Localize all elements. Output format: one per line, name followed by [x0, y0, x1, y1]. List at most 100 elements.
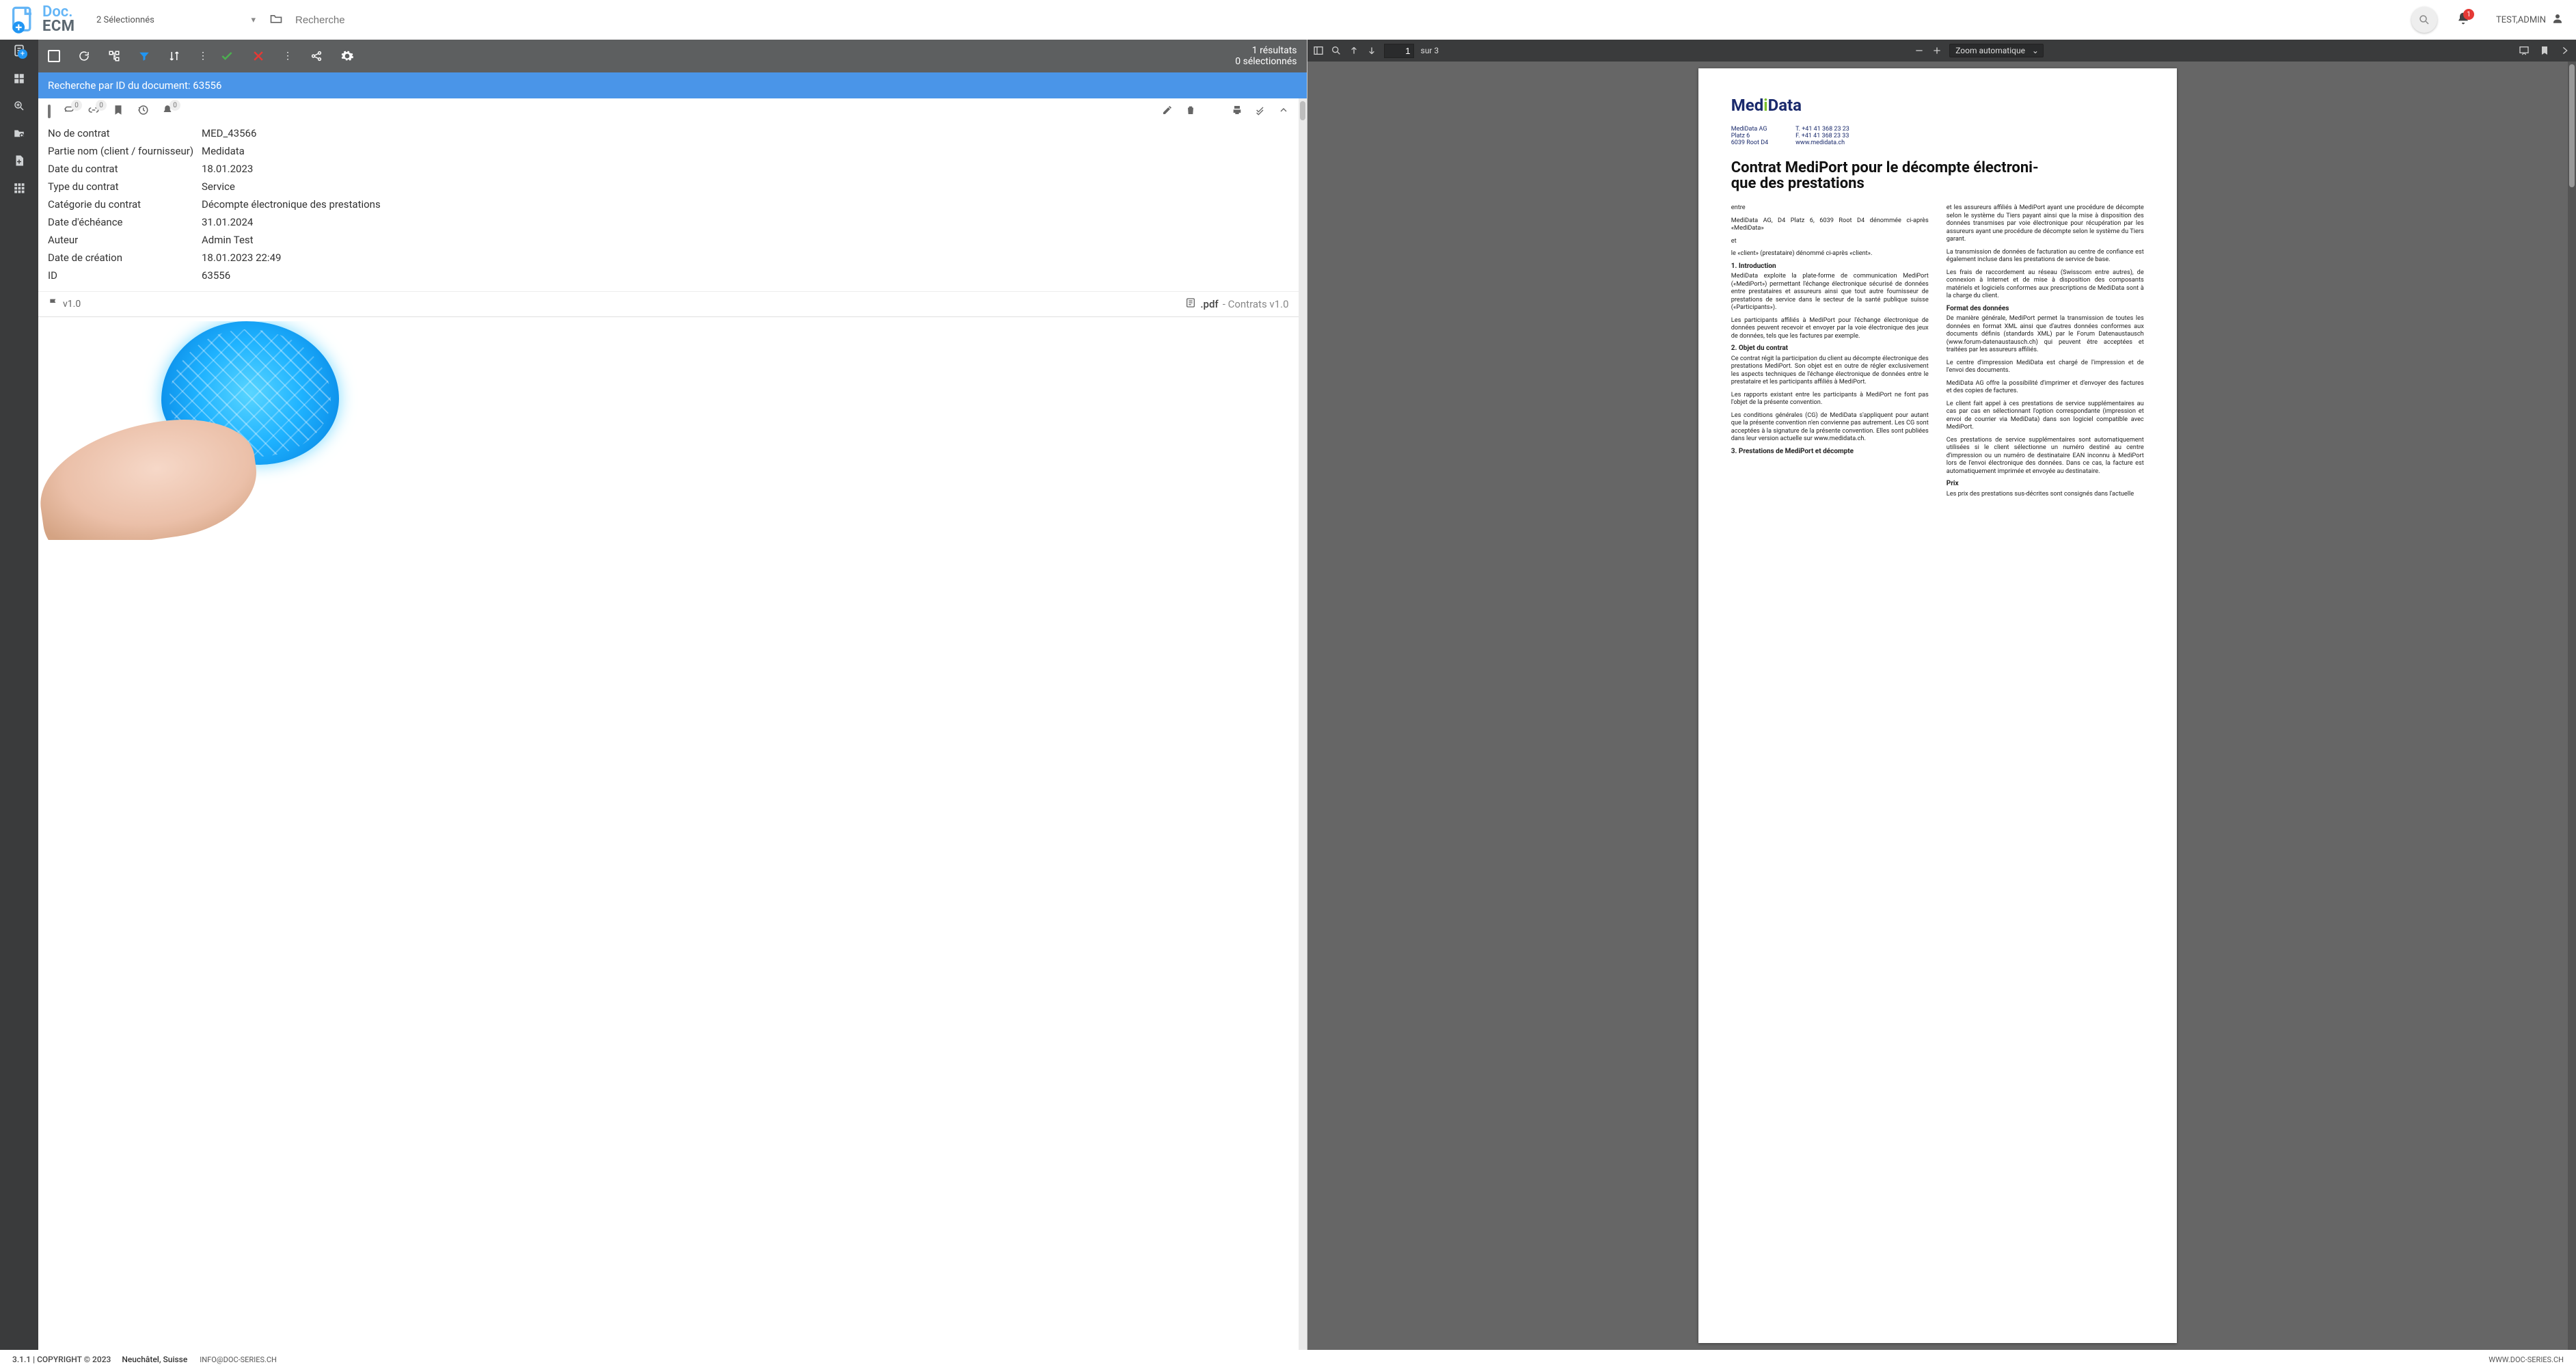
- print-button[interactable]: [1232, 105, 1243, 118]
- toggle-sidebar-button[interactable]: [1313, 45, 1324, 56]
- results-pane: ⋮ ⋮ 1 résultats 0 sélectionnés Recherche…: [38, 40, 1307, 1350]
- attachments-badge: 0: [71, 100, 82, 111]
- top-bar: Doc.ECM 2 Sélectionnés ▾ 1 TEST,ADMIN: [0, 0, 2576, 40]
- metadata-row: Date du contrat18.01.2023: [48, 160, 1289, 178]
- folder-icon[interactable]: [269, 12, 283, 28]
- metadata-key: Date de création: [48, 252, 202, 264]
- metadata-key: Date d'échéance: [48, 216, 202, 228]
- bulk-check-button[interactable]: [1255, 105, 1266, 118]
- alerts-button[interactable]: 0: [161, 104, 174, 119]
- metadata-key: Type du contrat: [48, 180, 202, 193]
- metadata-key: Catégorie du contrat: [48, 198, 202, 211]
- notifications-badge: 1: [2463, 9, 2474, 20]
- page-number-input[interactable]: [1384, 44, 1414, 58]
- bookmark-button[interactable]: [112, 104, 124, 119]
- card-footer: v1.0 .pdf - Contrats v1.0: [38, 291, 1299, 316]
- metadata-value: Admin Test: [202, 234, 254, 246]
- sort-button[interactable]: [168, 50, 180, 62]
- document-viewer-pane: sur 3 Zoom automatique⌄ Medi: [1307, 40, 2576, 1350]
- viewer-toolbar: sur 3 Zoom automatique⌄: [1307, 40, 2576, 62]
- download-button[interactable]: [1208, 105, 1219, 118]
- pdf-page-1: MediData MediData AGPlatz 66039 Root D4 …: [1698, 68, 2177, 1343]
- doc-left-column: entreMediData AG, D4 Platz 6, 6039 Root …: [1731, 204, 1929, 502]
- zoom-select-label: Zoom automatique: [1955, 46, 2025, 55]
- results-toolbar: ⋮ ⋮ 1 résultats 0 sélectionnés: [38, 40, 1307, 72]
- notifications-button[interactable]: 1: [2456, 12, 2470, 28]
- version-label: v1.0: [63, 299, 81, 310]
- viewer-search-button[interactable]: [1331, 45, 1342, 56]
- search-button[interactable]: [2411, 7, 2437, 33]
- metadata-row: Date d'échéance31.01.2024: [48, 213, 1289, 231]
- result-counts: 1 résultats 0 sélectionnés: [1235, 45, 1297, 67]
- history-button[interactable]: [137, 104, 149, 119]
- rail-advanced-search[interactable]: [13, 100, 25, 112]
- filter-button[interactable]: [138, 50, 150, 62]
- edit-button[interactable]: [1162, 105, 1173, 118]
- zoom-in-button[interactable]: [1931, 45, 1942, 56]
- rail-add-document[interactable]: [12, 44, 26, 57]
- footer-email[interactable]: INFO@DOC-SERIES.CH: [200, 1355, 277, 1364]
- metadata-row: Date de création18.01.2023 22:49: [48, 249, 1289, 267]
- metadata-row: Partie nom (client / fournisseur)Medidat…: [48, 142, 1289, 160]
- metadata-value: 18.01.2023: [202, 163, 253, 175]
- chevron-down-icon: ⌄: [2032, 46, 2039, 55]
- metadata-value: 63556: [202, 269, 230, 282]
- viewer-more-button[interactable]: [2560, 45, 2571, 56]
- more-actions-button[interactable]: ⋮: [283, 51, 293, 62]
- select-all-checkbox[interactable]: [48, 50, 60, 62]
- share-button[interactable]: [310, 50, 323, 62]
- rail-new-file[interactable]: [13, 154, 25, 167]
- metadata-value: Décompte électronique des prestations: [202, 198, 381, 211]
- metadata-value: 18.01.2023 22:49: [202, 252, 281, 264]
- links-badge: 0: [96, 100, 107, 111]
- doc-title: Contrat MediPort pour le décompte électr…: [1731, 160, 2144, 191]
- footer-site[interactable]: WWW.DOC-SERIES.CH: [2489, 1355, 2564, 1364]
- delete-button[interactable]: [1185, 105, 1196, 118]
- rail-browse-folders[interactable]: [13, 127, 25, 139]
- attachments-button[interactable]: 0: [63, 104, 75, 119]
- metadata-key: Partie nom (client / fournisseur): [48, 145, 202, 157]
- results-scrollbar[interactable]: [1299, 98, 1307, 1350]
- viewer-scroll-area[interactable]: MediData MediData AGPlatz 66039 Root D4 …: [1307, 62, 2568, 1350]
- rail-grid-view[interactable]: [13, 182, 25, 194]
- metadata-key: Date du contrat: [48, 163, 202, 175]
- metadata-key: ID: [48, 269, 202, 282]
- prev-page-button[interactable]: [1348, 45, 1359, 56]
- user-menu[interactable]: TEST,ADMIN: [2489, 12, 2571, 27]
- metadata-row: AuteurAdmin Test: [48, 231, 1289, 249]
- collapse-button[interactable]: [1278, 105, 1289, 118]
- template-name: - Contrats v1.0: [1223, 298, 1289, 310]
- metadata-key: Auteur: [48, 234, 202, 246]
- reject-button[interactable]: [252, 49, 265, 63]
- links-button[interactable]: 0: [87, 104, 100, 119]
- rail-dashboard[interactable]: [13, 72, 25, 85]
- viewer-scrollbar[interactable]: [2568, 62, 2576, 1350]
- settings-button[interactable]: [340, 49, 354, 63]
- results-count: 1 résultats: [1235, 45, 1297, 56]
- left-rail: [0, 40, 38, 1350]
- search-input[interactable]: [293, 9, 2403, 31]
- metadata-row: Catégorie du contratDécompte électroniqu…: [48, 195, 1289, 213]
- zoom-select[interactable]: Zoom automatique ⌄: [1949, 44, 2044, 57]
- zoom-out-button[interactable]: [1914, 45, 1925, 56]
- result-card: 0 0 0: [38, 98, 1299, 317]
- approve-button[interactable]: [220, 49, 234, 63]
- collection-selector-label: 2 Sélectionnés: [96, 15, 154, 25]
- tree-button[interactable]: [108, 50, 120, 62]
- collection-selector[interactable]: 2 Sélectionnés ▾: [92, 12, 260, 28]
- presentation-button[interactable]: [2519, 45, 2530, 56]
- metadata-row: Type du contratService: [48, 178, 1289, 195]
- file-extension: .pdf: [1200, 298, 1218, 310]
- flag-icon: [48, 297, 59, 311]
- card-checkbox[interactable]: [48, 106, 51, 117]
- metadata-row: No de contratMED_43566: [48, 124, 1289, 142]
- selected-count: 0 sélectionnés: [1235, 56, 1297, 67]
- bookmark-viewer-button[interactable]: [2539, 45, 2550, 56]
- more-view-button[interactable]: ⋮: [198, 51, 208, 62]
- footer-location: Neuchâtel, Suisse: [122, 1355, 187, 1364]
- alerts-badge: 0: [170, 100, 180, 111]
- doc-logo: MediData: [1731, 96, 2144, 115]
- refresh-button[interactable]: [78, 50, 90, 62]
- results-scroll-area[interactable]: 0 0 0: [38, 98, 1299, 1350]
- next-page-button[interactable]: [1366, 45, 1377, 56]
